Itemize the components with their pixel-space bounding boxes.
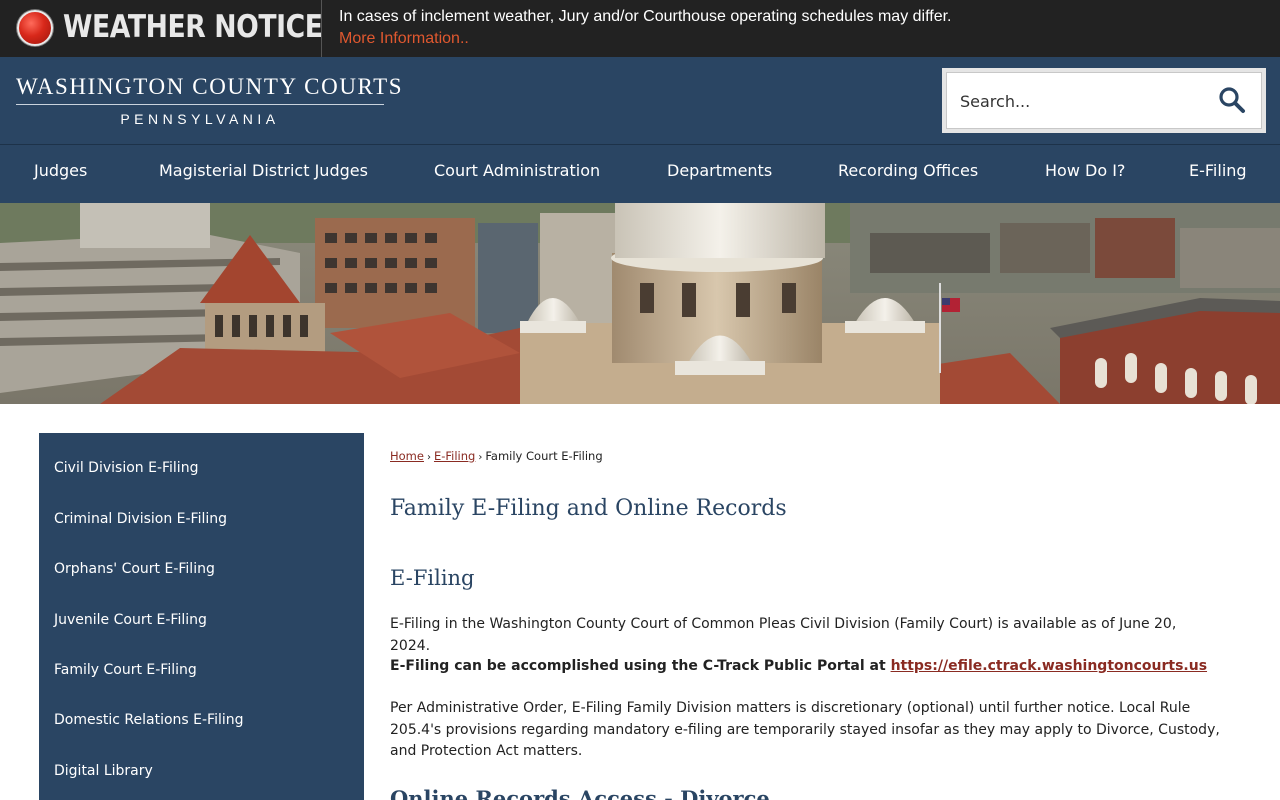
nav-how-do-i[interactable]: How Do I? [1045, 161, 1125, 180]
search-input[interactable] [960, 85, 1210, 117]
alert-dot-icon [17, 10, 53, 46]
e-filing-availability-text: E-Filing in the Washington County Court … [390, 616, 1177, 654]
nav-magisterial-district-judges[interactable]: Magisterial District Judges [159, 161, 368, 180]
search-box [942, 68, 1266, 133]
sidebar-item-domestic-relations[interactable]: Domestic Relations E-Filing [54, 712, 244, 728]
logo-divider [16, 104, 384, 105]
nav-departments[interactable]: Departments [667, 161, 772, 180]
breadcrumb-e-filing[interactable]: E-Filing [434, 449, 475, 463]
nav-e-filing[interactable]: E-Filing [1189, 161, 1247, 180]
section-title-online-records: Online Records Access - Divorce [390, 786, 770, 800]
c-track-portal-link[interactable]: https://efile.ctrack.washingtoncourts.us [891, 658, 1207, 674]
more-information-link[interactable]: More Information.. [339, 30, 469, 48]
weather-notice-title: WEATHER NOTICE [63, 9, 323, 45]
nav-recording-offices[interactable]: Recording Offices [838, 161, 978, 180]
breadcrumb: Home › E-Filing › Family Court E-Filing [390, 449, 603, 463]
c-track-portal-label: E-Filing can be accomplished using the C… [390, 658, 891, 674]
weather-notice-bar: WEATHER NOTICE In cases of inclement wea… [0, 0, 1280, 57]
weather-notice-badge: WEATHER NOTICE [0, 0, 323, 57]
breadcrumb-home[interactable]: Home [390, 449, 424, 463]
main-navigation: Judges Magisterial District Judges Court… [0, 144, 1280, 203]
sidebar-item-family-court[interactable]: Family Court E-Filing [54, 662, 197, 678]
sidebar-item-orphans-court[interactable]: Orphans' Court E-Filing [54, 561, 215, 577]
sidebar-nav: Civil Division E-Filing Criminal Divisio… [39, 433, 364, 800]
logo-title: WASHINGTON COUNTY COURTS [16, 74, 404, 99]
site-header: WASHINGTON COUNTY COURTS PENNSYLVANIA [0, 57, 1280, 144]
page-title: Family E-Filing and Online Records [390, 496, 787, 521]
nav-court-administration[interactable]: Court Administration [434, 161, 600, 180]
breadcrumb-current: Family Court E-Filing [485, 449, 603, 463]
site-logo[interactable]: WASHINGTON COUNTY COURTS PENNSYLVANIA [16, 74, 404, 128]
administrative-order-text: Per Administrative Order, E-Filing Famil… [390, 700, 1220, 759]
search-button[interactable] [1216, 85, 1248, 117]
sidebar-item-juvenile-court[interactable]: Juvenile Court E-Filing [54, 612, 207, 628]
logo-subtitle: PENNSYLVANIA [120, 111, 280, 127]
breadcrumb-separator: › [478, 452, 483, 463]
section-title-e-filing: E-Filing [390, 566, 475, 590]
nav-judges[interactable]: Judges [34, 161, 87, 180]
courthouse-banner-image [0, 203, 1280, 404]
breadcrumb-separator: › [426, 452, 431, 463]
weather-notice-message: In cases of inclement weather, Jury and/… [339, 8, 952, 25]
sidebar-item-criminal-division[interactable]: Criminal Division E-Filing [54, 511, 227, 527]
sidebar-item-digital-library[interactable]: Digital Library [54, 763, 153, 779]
sidebar-item-civil-division[interactable]: Civil Division E-Filing [54, 460, 198, 476]
c-track-portal-text: E-Filing can be accomplished using the C… [390, 656, 1220, 678]
search-icon [1219, 87, 1245, 113]
